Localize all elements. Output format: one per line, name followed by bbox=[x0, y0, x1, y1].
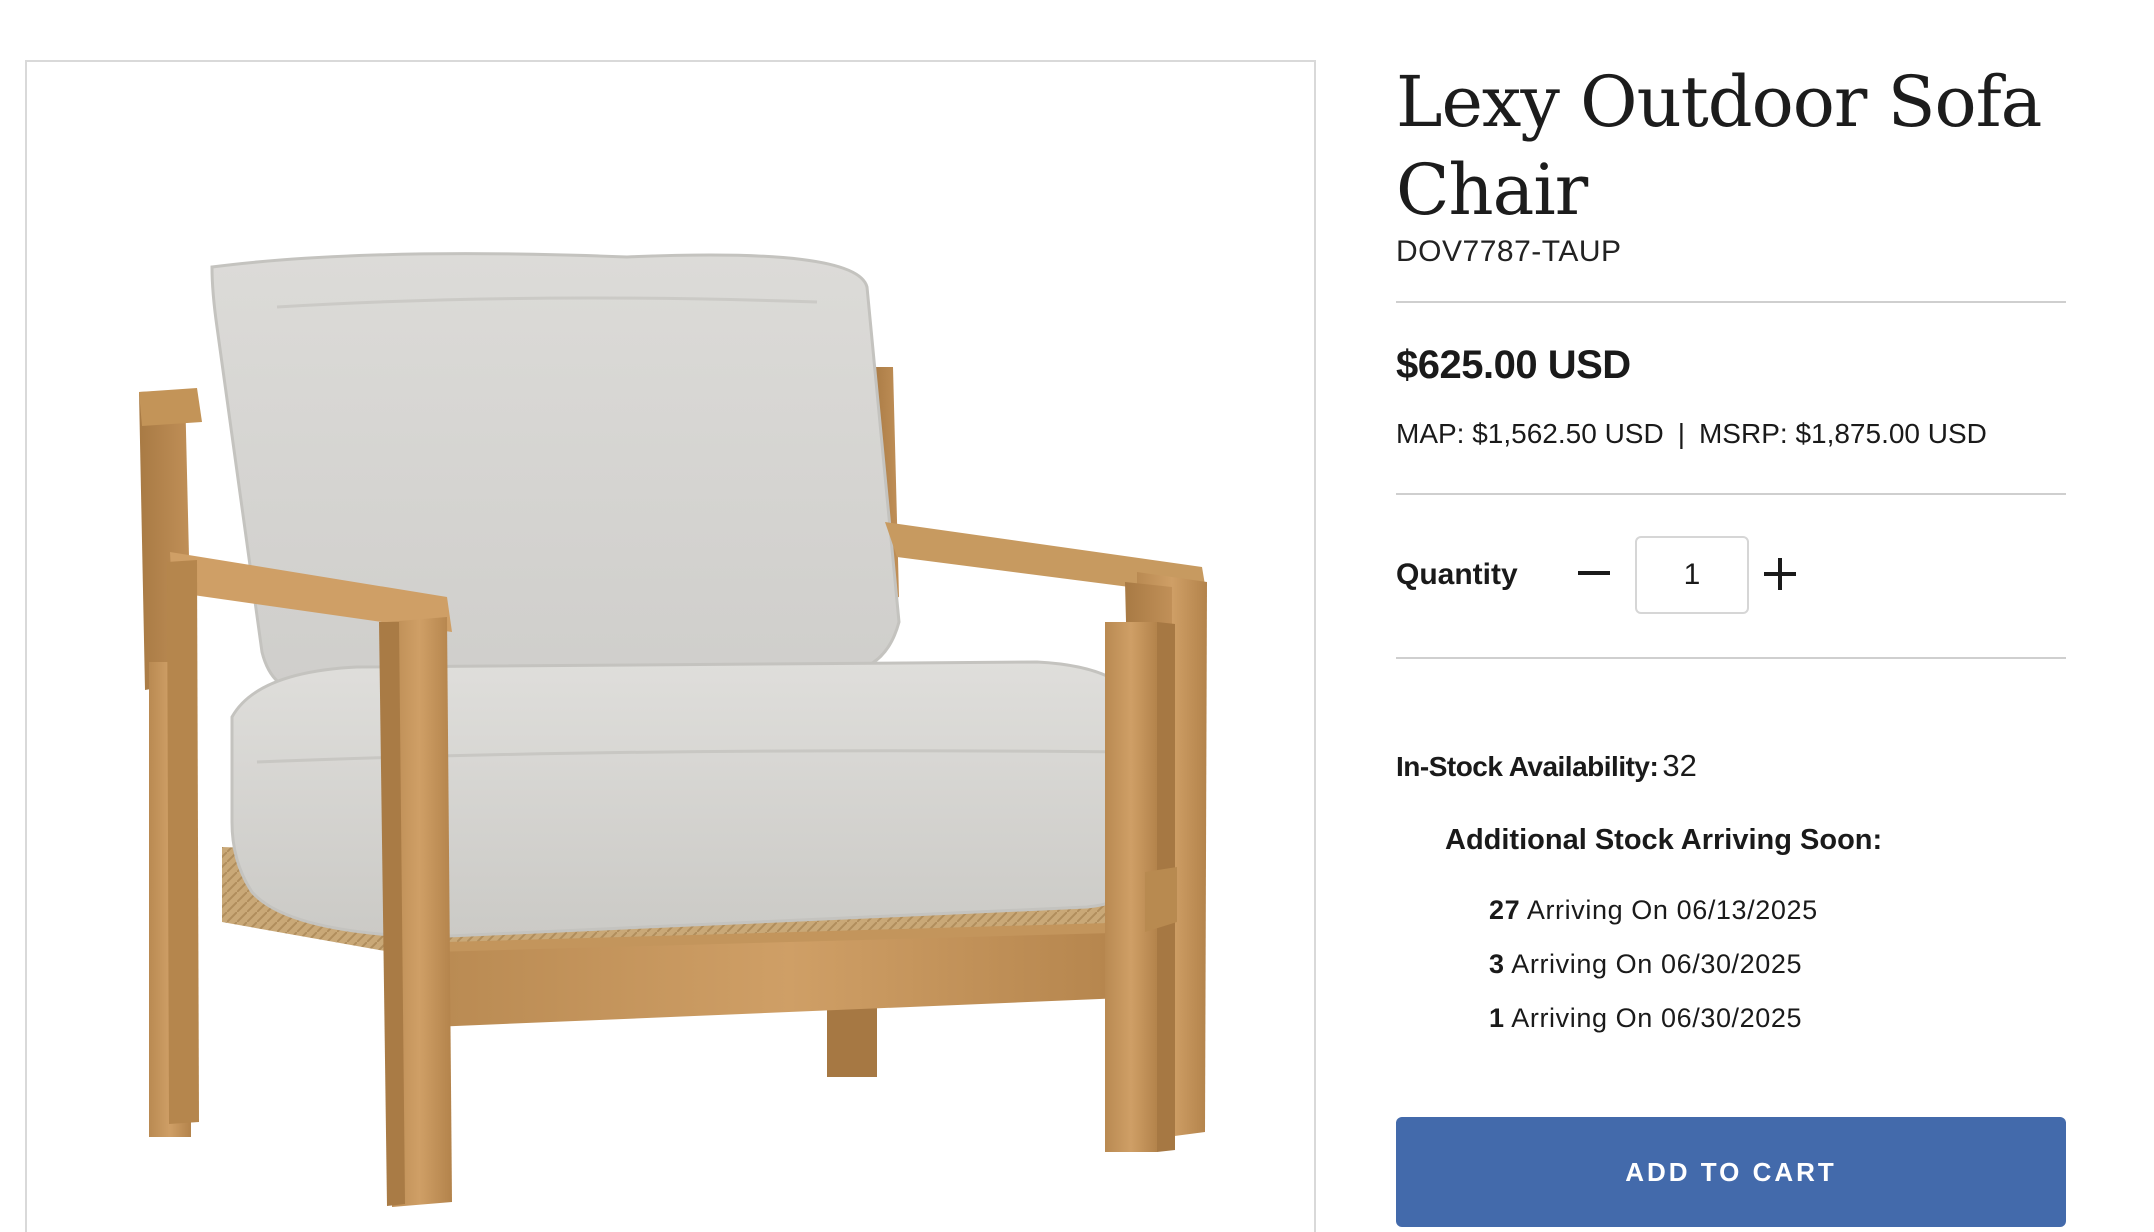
quantity-decrement-button[interactable] bbox=[1572, 548, 1616, 600]
msrp-price: MSRP: $1,875.00 USD bbox=[1698, 418, 1987, 449]
product-price: $625.00 USD bbox=[1396, 343, 1631, 387]
arriving-stock-list: 27 Arriving On 06/13/2025 3 Arriving On … bbox=[1489, 893, 1818, 1055]
add-to-cart-button[interactable]: ADD TO CART bbox=[1396, 1117, 2066, 1227]
plus-icon bbox=[1764, 558, 1796, 590]
product-image bbox=[139, 252, 1207, 1207]
divider bbox=[1396, 301, 2066, 303]
arrival-count: 27 bbox=[1489, 895, 1521, 925]
map-msrp-line: MAP: $1,562.50 USD | MSRP: $1,875.00 USD bbox=[1396, 418, 1987, 450]
divider bbox=[1396, 493, 2066, 495]
product-sku: DOV7787-TAUP bbox=[1396, 235, 1622, 268]
quantity-input[interactable] bbox=[1635, 536, 1749, 614]
arrival-count: 3 bbox=[1489, 949, 1505, 979]
in-stock-availability: In-Stock Availability: 32 bbox=[1396, 748, 1697, 784]
in-stock-label: In-Stock Availability: bbox=[1396, 751, 1659, 782]
quantity-label: Quantity bbox=[1396, 558, 1518, 591]
back-cushion bbox=[210, 252, 901, 694]
product-image-frame bbox=[25, 60, 1316, 1232]
product-title: Lexy Outdoor Sofa Chair bbox=[1396, 61, 2042, 231]
arrival-count: 1 bbox=[1489, 1003, 1505, 1033]
list-item: 1 Arriving On 06/30/2025 bbox=[1489, 1001, 1818, 1055]
arrival-date-text: Arriving On 06/30/2025 bbox=[1511, 1003, 1803, 1033]
map-price: MAP: $1,562.50 USD bbox=[1396, 418, 1664, 449]
divider bbox=[1396, 657, 2066, 659]
product-page: Lexy Outdoor Sofa Chair DOV7787-TAUP $62… bbox=[0, 0, 2154, 1232]
minus-icon bbox=[1578, 571, 1610, 575]
arrival-date-text: Arriving On 06/13/2025 bbox=[1526, 895, 1818, 925]
arrival-date-text: Arriving On 06/30/2025 bbox=[1511, 949, 1803, 979]
quantity-increment-button[interactable] bbox=[1758, 548, 1802, 600]
in-stock-count: 32 bbox=[1662, 748, 1697, 783]
arriving-stock-heading: Additional Stock Arriving Soon: bbox=[1445, 824, 1883, 856]
price-separator: | bbox=[1677, 418, 1685, 449]
seat-cushion bbox=[230, 660, 1147, 939]
list-item: 3 Arriving On 06/30/2025 bbox=[1489, 947, 1818, 1001]
list-item: 27 Arriving On 06/13/2025 bbox=[1489, 893, 1818, 947]
